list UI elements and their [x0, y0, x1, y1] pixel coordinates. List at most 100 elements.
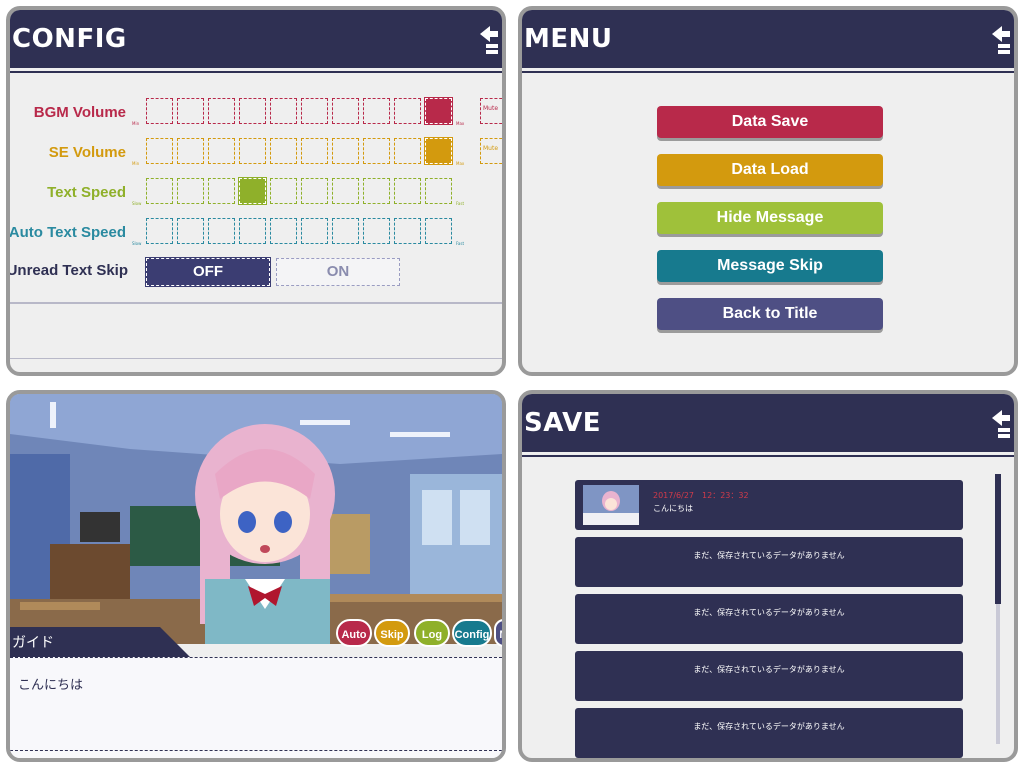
scrollbar-thumb[interactable] [995, 474, 1001, 604]
empty-slot-text: まだ、保存されているデータがありません [693, 608, 845, 617]
slider-step-3[interactable] [208, 218, 235, 244]
message-text: こんにちは [18, 678, 84, 693]
slider-step-1[interactable] [146, 138, 173, 164]
slider-step-3[interactable] [208, 98, 235, 124]
slider-step-5[interactable] [270, 98, 297, 124]
slider-step-6[interactable] [301, 98, 328, 124]
slider-step-2[interactable] [177, 178, 204, 204]
slider-step-1[interactable] [146, 98, 173, 124]
mute-label: Mute [483, 145, 499, 152]
message-bottom-border [10, 750, 502, 751]
config-row-label: BGM Volume [33, 104, 126, 121]
slider-step-5[interactable] [270, 178, 297, 204]
message-skip-button[interactable]: Message Skip [657, 250, 883, 282]
slider-step-6[interactable] [301, 138, 328, 164]
save-slot-date: 2017/6/27 12：23：32 [653, 491, 749, 500]
slider-step-7[interactable] [332, 178, 359, 204]
config-row-1: BGM Volume [10, 104, 126, 134]
config-title: Config [12, 24, 127, 54]
skip-off-button[interactable]: OFF [145, 257, 271, 287]
config-label: Config [454, 629, 490, 641]
slider-step-9[interactable] [394, 98, 421, 124]
skip-on-button[interactable]: ON [276, 258, 400, 286]
slider-step-7[interactable] [332, 218, 359, 244]
menu-label: M [499, 629, 502, 641]
config-panel: Config BGM Volume Min Max Mute SE Volume Min M… [6, 6, 506, 376]
slider-step-6[interactable] [301, 218, 328, 244]
slider-step-2[interactable] [177, 98, 204, 124]
auto-button[interactable]: Auto [336, 619, 372, 647]
mute-label: Mute [483, 105, 499, 112]
slider-step-3[interactable] [208, 138, 235, 164]
slider-step-9[interactable] [394, 218, 421, 244]
slider-min-label: Min [132, 121, 140, 126]
save-slot-4[interactable]: まだ、保存されているデータがありません [575, 651, 963, 701]
slider-step-7[interactable] [332, 138, 359, 164]
slider-step-10[interactable] [424, 137, 453, 165]
back-to-title-button[interactable]: Back to Title [657, 298, 883, 330]
slider-step-8[interactable] [363, 138, 390, 164]
slider-step-8[interactable] [363, 178, 390, 204]
slider-step-2[interactable] [177, 218, 204, 244]
header-divider [10, 71, 502, 73]
config-row-label: SE Volume [48, 144, 126, 161]
save-slot-2[interactable]: まだ、保存されているデータがありません [575, 537, 963, 587]
config-row-label: Auto Text Speed [8, 224, 126, 241]
slider-step-5[interactable] [270, 218, 297, 244]
menu-button[interactable]: M [494, 619, 502, 647]
speaker-name: ガイド [12, 635, 54, 651]
data-save-button[interactable]: Data Save [657, 106, 883, 138]
back-to-title-label: Back to Title [722, 305, 818, 322]
slider-step-5[interactable] [270, 138, 297, 164]
log-button[interactable]: Log [414, 619, 450, 647]
slider-step-8[interactable] [363, 218, 390, 244]
slider-step-4[interactable] [239, 98, 266, 124]
save-slot-1[interactable]: 2017/6/27 12：23：32 こんにちは [575, 480, 963, 530]
slider-step-4[interactable] [239, 218, 266, 244]
save-slot-3[interactable]: まだ、保存されているデータがありません [575, 594, 963, 644]
save-header: Save [522, 394, 1014, 452]
slider-max-label: Max [456, 161, 465, 166]
slider-step-4[interactable] [238, 177, 267, 205]
slider-step-10[interactable] [425, 218, 452, 244]
save-slot-5[interactable]: まだ、保存されているデータがありません [575, 708, 963, 758]
slider-step-9[interactable] [394, 178, 421, 204]
back-arrow-icon[interactable] [478, 22, 500, 58]
back-arrow-icon[interactable] [990, 406, 1012, 442]
mute-button[interactable]: Mute [480, 138, 502, 164]
slider-step-6[interactable] [301, 178, 328, 204]
slider-step-1[interactable] [146, 178, 173, 204]
config-footer-line-2 [10, 358, 502, 359]
log-label: Log [421, 629, 443, 641]
classroom-scene [10, 394, 502, 644]
config-row-3: Text Speed [10, 184, 126, 214]
slider-min-label: Slow [132, 201, 142, 206]
slider-max-label: Fast [456, 201, 465, 206]
back-arrow-icon[interactable] [990, 22, 1012, 58]
game-panel: Auto Skip Log Config M ガイド こんにちは [6, 390, 506, 762]
slider-step-8[interactable] [363, 98, 390, 124]
message-window[interactable] [10, 657, 502, 758]
save-title: Save [524, 408, 601, 438]
slider-step-10[interactable] [424, 97, 453, 125]
skip-button[interactable]: Skip [374, 619, 410, 647]
header-divider [522, 455, 1014, 457]
slider-step-4[interactable] [239, 138, 266, 164]
config-header: Config [10, 10, 502, 68]
data-load-label: Data Load [731, 161, 809, 178]
slider-step-7[interactable] [332, 98, 359, 124]
slider-step-1[interactable] [146, 218, 173, 244]
slider-step-2[interactable] [177, 138, 204, 164]
header-divider [522, 71, 1014, 73]
slider-max-label: Fast [456, 241, 465, 246]
slider-step-9[interactable] [394, 138, 421, 164]
slider-step-3[interactable] [208, 178, 235, 204]
config-button[interactable]: Config [452, 619, 492, 647]
data-load-button[interactable]: Data Load [657, 154, 883, 186]
mute-button[interactable]: Mute [480, 98, 502, 124]
slider-step-10[interactable] [425, 178, 452, 204]
message-top-border [10, 657, 502, 658]
menu-panel: Menu Data Save Data Load Hide Message Me… [518, 6, 1018, 376]
skip-off-label: OFF [193, 263, 223, 280]
hide-message-button[interactable]: Hide Message [657, 202, 883, 234]
